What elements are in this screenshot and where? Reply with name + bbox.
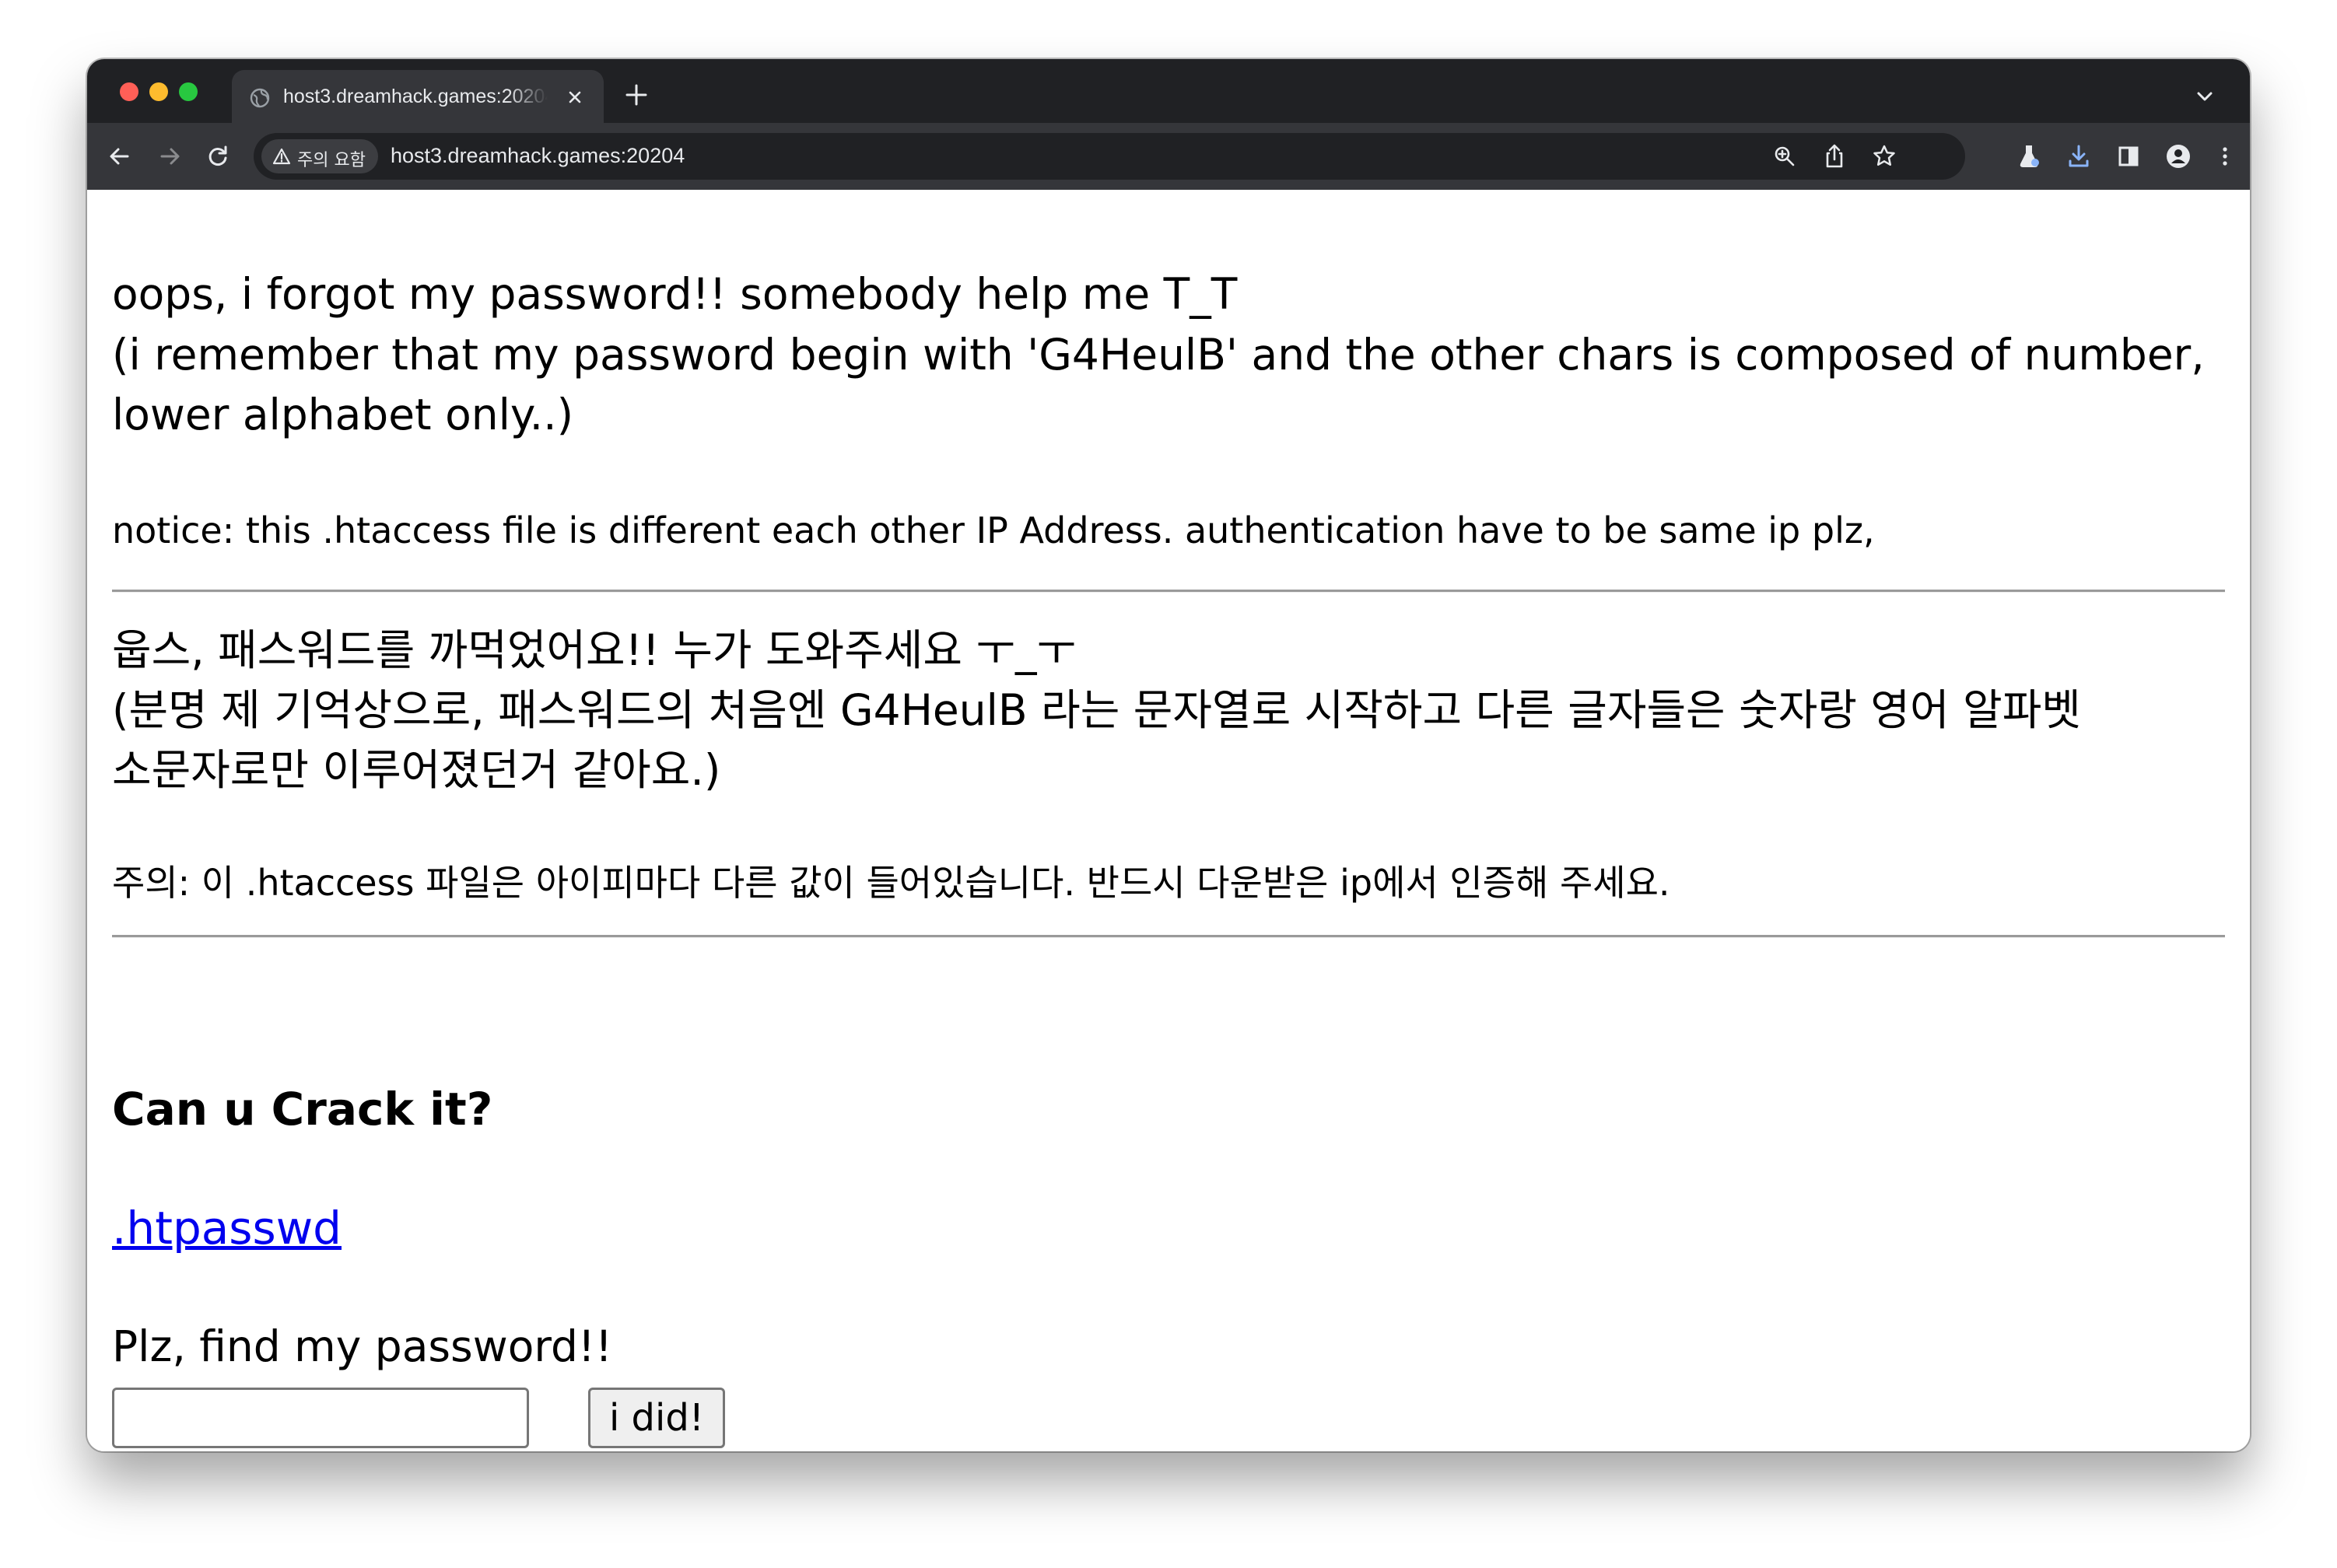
chevron-down-icon[interactable]	[2192, 84, 2217, 109]
tab-title: host3.dreamhack.games:20204	[283, 86, 548, 107]
share-icon[interactable]	[1820, 142, 1848, 170]
korean-notice: 주의: 이 .htaccess 파일은 아이피마다 다른 값이 들어있습니다. …	[112, 862, 1670, 904]
korean-message-line-3: 소문자로만 이루어졌던거 같아요.)	[112, 745, 721, 795]
globe-icon	[250, 88, 270, 108]
security-chip[interactable]: 주의 요함	[261, 139, 378, 173]
browser-window: host3.dreamhack.games:20204 주의 요함 host3.…	[87, 59, 2250, 1451]
new-tab-icon[interactable]	[624, 82, 649, 107]
profile-icon[interactable]	[2164, 142, 2192, 170]
maximize-window-button[interactable]	[179, 82, 198, 101]
address-bar[interactable]: 주의 요함 host3.dreamhack.games:20204	[254, 133, 1965, 180]
english-notice: notice: this .htaccess file is different…	[112, 509, 1875, 551]
url-text[interactable]: host3.dreamhack.games:20204	[391, 144, 685, 168]
korean-message-line-2: (분명 제 기억상으로, 패스워드의 처음엔 G4HeulB 라는 문자열로 시…	[112, 685, 2081, 735]
english-message-line-1: oops, i forgot my password!! somebody he…	[112, 269, 1238, 319]
english-message-line-3: lower alphabet only..)	[112, 390, 574, 439]
reload-icon[interactable]	[204, 142, 232, 170]
divider	[112, 935, 2225, 938]
minimize-window-button[interactable]	[149, 82, 168, 101]
more-menu-icon[interactable]	[2211, 142, 2239, 170]
divider	[112, 590, 2225, 593]
zoom-icon[interactable]	[1771, 142, 1799, 170]
password-prompt: Plz, find my password!!	[112, 1321, 613, 1371]
korean-message-line-1: 웁스, 패스워드를 까먹었어요!! 누가 도와주세요 ㅜ_ㅜ	[112, 625, 1077, 675]
security-chip-label: 주의 요함	[297, 151, 366, 170]
forward-arrow-icon[interactable]	[156, 142, 184, 170]
warning-icon	[272, 148, 291, 165]
tab-active[interactable]: host3.dreamhack.games:20204	[232, 70, 604, 123]
back-arrow-icon[interactable]	[106, 142, 134, 170]
labs-flask-icon[interactable]	[2015, 142, 2043, 170]
challenge-heading: Can u Crack it?	[112, 1083, 493, 1136]
submit-button[interactable]: i did!	[588, 1388, 725, 1448]
password-input[interactable]	[112, 1388, 529, 1448]
page-content: oops, i forgot my password!! somebody he…	[87, 190, 2250, 1451]
close-tab-icon[interactable]	[562, 84, 588, 110]
tab-strip: host3.dreamhack.games:20204	[87, 59, 2250, 123]
htpasswd-download-link[interactable]: .htpasswd	[112, 1202, 342, 1255]
side-panel-icon[interactable]	[2115, 142, 2143, 170]
star-icon[interactable]	[1870, 142, 1898, 170]
english-message-line-2: (i remember that my password begin with …	[112, 330, 2205, 380]
download-icon[interactable]	[2065, 142, 2093, 170]
toolbar: 주의 요함 host3.dreamhack.games:20204	[87, 123, 2250, 190]
close-window-button[interactable]	[120, 82, 138, 101]
